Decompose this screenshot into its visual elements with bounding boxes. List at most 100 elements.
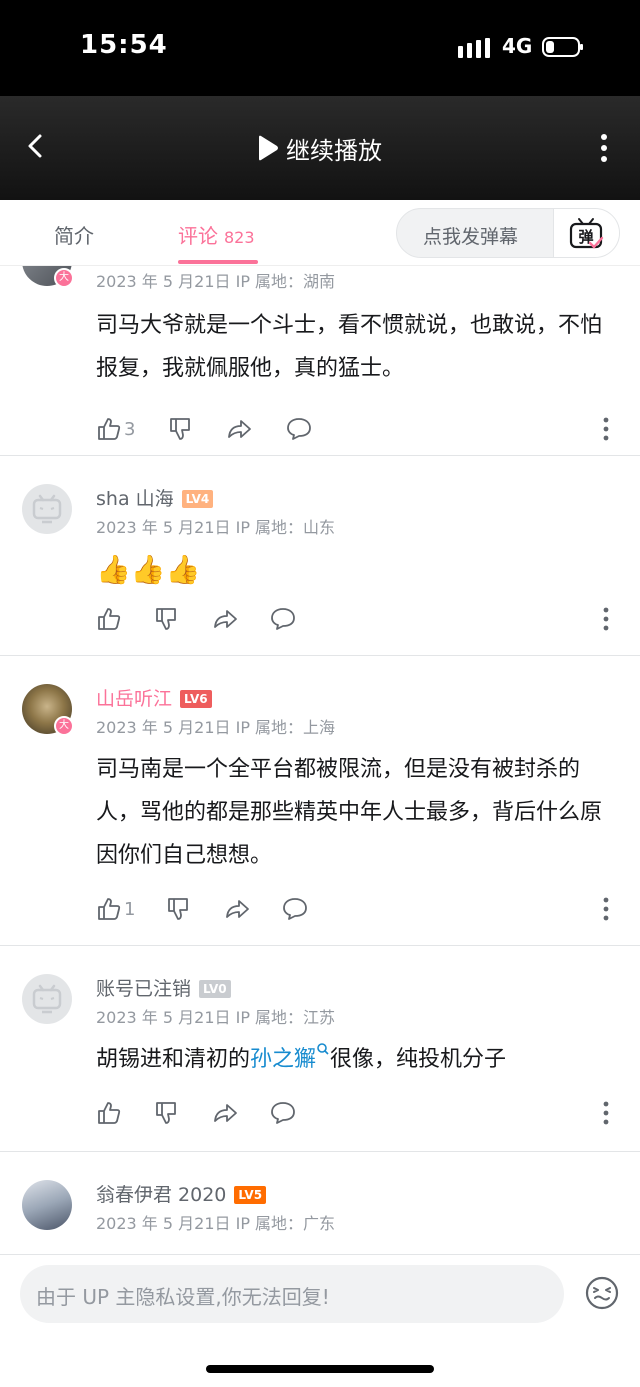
vip-badge: 大: [54, 268, 74, 288]
thumbs-up-icon: [98, 418, 121, 440]
share-icon: [214, 610, 237, 628]
thumbs-up-icon: [98, 1102, 121, 1124]
comment-bubble-icon: [283, 898, 307, 920]
comment-meta: 2023 年 5 月21日 IP 属地：山东: [96, 518, 336, 537]
comment-content: 司马大爷就是一个斗士，看不惯就说，也敢说，不怕报复，我就佩服他，真的猛士。: [96, 313, 603, 381]
share-button[interactable]: [226, 414, 252, 444]
danmaku-toggle-button[interactable]: 弹: [553, 209, 619, 257]
comment-meta: 2023 年 5 月21日 IP 属地：湖南: [96, 272, 336, 291]
username-text: 账号已注销: [96, 978, 192, 1000]
comments-count: 823: [224, 228, 255, 247]
username[interactable]: sha 山海 LV4: [96, 484, 214, 511]
more-options-icon[interactable]: [602, 896, 610, 922]
share-button[interactable]: [224, 894, 250, 924]
like-button[interactable]: 1: [96, 894, 135, 924]
content-text-tail: 很像，纯投机分子: [330, 1047, 507, 1072]
reply-input[interactable]: 由于 UP 主隐私设置,你无法回复!: [20, 1265, 564, 1323]
comment-content: 👍👍👍: [96, 553, 201, 586]
tab-intro[interactable]: 简介: [54, 220, 94, 249]
comment-meta: 2023 年 5 月21日 IP 属地：上海: [96, 718, 336, 737]
level-badge: LV0: [199, 980, 231, 998]
reply-button[interactable]: [286, 414, 312, 444]
comment-list: 大 2023 年 5 月21日 IP 属地：湖南 司马大爷就是一个斗士，看不惯就…: [0, 266, 640, 1254]
like-count: 3: [124, 418, 136, 440]
comment-bubble-icon: [271, 608, 295, 630]
username[interactable]: 山岳听江 LV6: [96, 684, 212, 711]
search-icon: [317, 1043, 329, 1055]
like-button[interactable]: 3: [96, 414, 135, 444]
battery-icon: [542, 37, 583, 57]
comment-content: 胡锡进和清初的孙之獬 很像，纯投机分子: [96, 1038, 616, 1081]
reply-button[interactable]: [282, 894, 308, 924]
username[interactable]: 账号已注销 LV0: [96, 974, 231, 1001]
share-button[interactable]: [212, 1098, 238, 1128]
network-type: 4G: [502, 34, 533, 58]
thumbs-down-icon: [168, 898, 188, 920]
reply-button[interactable]: [270, 604, 296, 634]
reply-placeholder: 由于 UP 主隐私设置,你无法回复!: [36, 1285, 330, 1309]
tab-comments-label: 评论: [178, 224, 218, 248]
avatar[interactable]: [22, 974, 72, 1024]
thumbs-down-icon: [156, 608, 176, 630]
reply-bar: 由于 UP 主隐私设置,你无法回复!: [0, 1254, 640, 1387]
signal-icon: [458, 38, 490, 58]
level-badge: LV4: [181, 490, 214, 508]
play-icon: [259, 135, 278, 161]
username-text: sha 山海: [96, 488, 174, 510]
danmaku-input[interactable]: 点我发弹幕 弹: [396, 208, 620, 258]
comment-actions: [96, 1098, 624, 1128]
tabs-bar: 简介 评论 823 点我发弹幕 弹: [0, 200, 640, 266]
avatar[interactable]: [22, 484, 72, 534]
comment-bubble-icon: [287, 418, 311, 440]
comment-meta: 2023 年 5 月21日 IP 属地：广东: [96, 1214, 336, 1233]
dislike-button[interactable]: [154, 604, 180, 634]
reply-button[interactable]: [270, 1098, 296, 1128]
level-badge: LV5: [234, 1186, 267, 1204]
more-options-icon[interactable]: [602, 416, 610, 442]
comment-item: 大 2023 年 5 月21日 IP 属地：湖南 司马大爷就是一个斗士，看不惯就…: [0, 266, 640, 456]
danmaku-placeholder: 点我发弹幕: [423, 226, 519, 248]
comment-actions: 1: [96, 894, 624, 924]
thumbs-down-icon: [170, 418, 190, 440]
back-arrow-icon[interactable]: [22, 132, 50, 160]
emoji-icon[interactable]: [584, 1275, 620, 1311]
share-icon: [226, 900, 249, 918]
comment-meta: 2023 年 5 月21日 IP 属地：江苏: [96, 1008, 336, 1027]
comment-item: 大 山岳听江 LV6 2023 年 5 月21日 IP 属地：上海 司马南是一个全…: [0, 656, 640, 946]
video-nav-bar: 继续播放: [0, 96, 640, 200]
like-button[interactable]: [96, 604, 122, 634]
tab-comments[interactable]: 评论 823: [178, 220, 255, 249]
share-icon: [228, 420, 251, 438]
username-text: 翁春伊君 2020: [96, 1184, 227, 1206]
comment-bubble-icon: [271, 1102, 295, 1124]
comment-content: 司马南是一个全平台都被限流，但是没有被封杀的人，骂他的都是那些精英中年人士最多，…: [96, 757, 603, 868]
dislike-button[interactable]: [168, 414, 194, 444]
status-bar: 15:54 4G: [0, 0, 640, 96]
content-text: 胡锡进和清初的: [96, 1047, 251, 1072]
continue-play-button[interactable]: 继续播放: [256, 130, 382, 166]
nav-title: 继续播放: [286, 136, 382, 165]
dislike-button[interactable]: [154, 1098, 180, 1128]
more-options-icon[interactable]: [602, 606, 610, 632]
like-button[interactable]: [96, 1098, 122, 1128]
home-indicator: [206, 1365, 434, 1373]
level-badge: LV6: [180, 690, 212, 708]
username-text: 山岳听江: [96, 688, 173, 710]
more-vertical-icon[interactable]: [592, 132, 616, 164]
status-time: 15:54: [80, 30, 168, 60]
active-tab-indicator: [178, 260, 258, 264]
avatar[interactable]: [22, 1180, 72, 1230]
share-icon: [214, 1104, 237, 1122]
thumbs-up-icon: [98, 608, 121, 630]
thumbs-up-icon: [98, 898, 121, 920]
default-avatar-icon: [32, 984, 62, 1014]
default-avatar-icon: [32, 494, 62, 524]
comment-item: 账号已注销 LV0 2023 年 5 月21日 IP 属地：江苏 胡锡进和清初的孙…: [0, 946, 640, 1152]
comment-item: 翁春伊君 2020 LV5 2023 年 5 月21日 IP 属地：广东: [0, 1152, 640, 1254]
comment-actions: 3: [96, 414, 624, 444]
share-button[interactable]: [212, 604, 238, 634]
dislike-button[interactable]: [166, 894, 192, 924]
username[interactable]: 翁春伊君 2020 LV5: [96, 1180, 267, 1207]
search-link[interactable]: 孙之獬: [250, 1047, 316, 1072]
more-options-icon[interactable]: [602, 1100, 610, 1126]
